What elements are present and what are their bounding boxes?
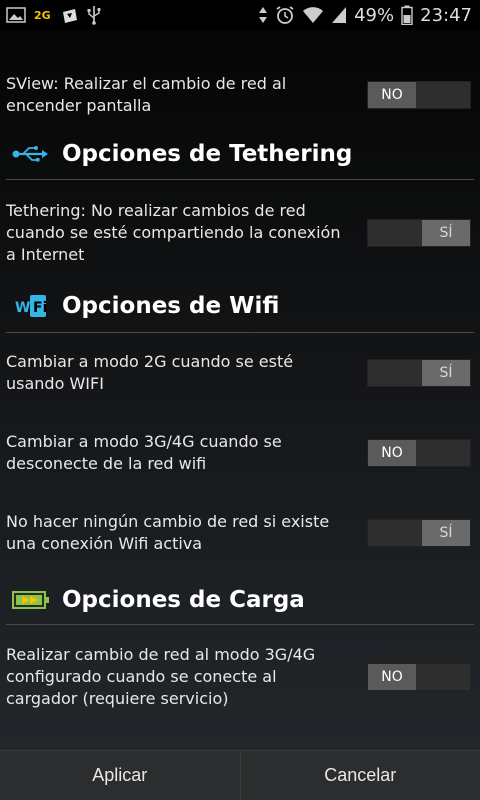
toggle-knob: SÍ	[422, 360, 470, 386]
toggle-knob: SÍ	[422, 220, 470, 246]
setting-label: Cambiar a modo 2G cuando se esté usando …	[6, 352, 294, 393]
button-bar: Aplicar Cancelar	[0, 750, 480, 800]
status-bar: 2G 49% 23:47	[0, 0, 480, 30]
battery-percent: 49%	[354, 4, 395, 26]
toggle-knob: NO	[368, 664, 416, 690]
apply-button[interactable]: Aplicar	[0, 751, 240, 800]
wifi-icon: W Fi	[12, 292, 50, 320]
cell-signal-icon	[331, 5, 347, 25]
section-carga: Opciones de Carga	[0, 580, 480, 620]
setting-row-2g-wifi[interactable]: Cambiar a modo 2G cuando se esté usando …	[0, 348, 480, 398]
toggle-tethering[interactable]: SÍ	[367, 219, 471, 247]
setting-row-tethering[interactable]: Tethering: No realizar cambios de red cu…	[0, 198, 480, 268]
setting-label: Tethering: No realizar cambios de red cu…	[6, 201, 341, 264]
section-divider	[6, 179, 474, 180]
toggle-wifi-active[interactable]: SÍ	[367, 519, 471, 547]
setting-row-3g4g-wifi[interactable]: Cambiar a modo 3G/4G cuando se desconect…	[0, 428, 480, 478]
toggle-cargador[interactable]: NO	[367, 663, 471, 691]
section-wifi: W Fi Opciones de Wifi	[0, 286, 480, 326]
battery-charging-icon	[12, 586, 50, 614]
setting-row-cargador[interactable]: Realizar cambio de red al modo 3G/4G con…	[0, 642, 480, 712]
toggle-sview[interactable]: NO	[367, 81, 471, 109]
svg-text:W: W	[15, 300, 30, 316]
toggle-2g-wifi[interactable]: SÍ	[367, 359, 471, 387]
setting-label: Realizar cambio de red al modo 3G/4G con…	[6, 645, 316, 708]
toggle-knob: NO	[368, 440, 416, 466]
clock: 23:47	[420, 4, 472, 26]
toggle-knob: SÍ	[422, 520, 470, 546]
settings-list: SView: Realizar el cambio de red al ence…	[0, 30, 480, 750]
section-divider	[6, 624, 474, 625]
2g-icon: 2G	[34, 8, 51, 22]
setting-label: Cambiar a modo 3G/4G cuando se desconect…	[6, 432, 282, 473]
setting-label: SView: Realizar el cambio de red al ence…	[6, 74, 287, 115]
alarm-icon	[275, 5, 295, 25]
section-title-carga: Opciones de Carga	[62, 587, 305, 613]
wifi-signal-icon	[302, 5, 324, 25]
usb-icon	[12, 140, 50, 168]
data-transfer-icon	[258, 5, 268, 25]
setting-row-wifi-active[interactable]: No hacer ningún cambio de red si existe …	[0, 508, 480, 558]
section-title-wifi: Opciones de Wifi	[62, 293, 280, 319]
section-title-tethering: Opciones de Tethering	[62, 141, 353, 167]
battery-icon	[401, 5, 413, 25]
setting-label: No hacer ningún cambio de red si existe …	[6, 512, 330, 553]
setting-row-sview[interactable]: SView: Realizar el cambio de red al ence…	[0, 70, 480, 120]
image-icon	[6, 5, 26, 25]
section-tethering: Opciones de Tethering	[0, 134, 480, 174]
section-divider	[6, 332, 474, 333]
cancel-button[interactable]: Cancelar	[239, 751, 480, 800]
toggle-3g4g-wifi[interactable]: NO	[367, 439, 471, 467]
svg-text:Fi: Fi	[33, 300, 47, 316]
shopping-bag-icon	[59, 5, 79, 25]
usb-icon	[87, 5, 101, 25]
toggle-knob: NO	[368, 82, 416, 108]
